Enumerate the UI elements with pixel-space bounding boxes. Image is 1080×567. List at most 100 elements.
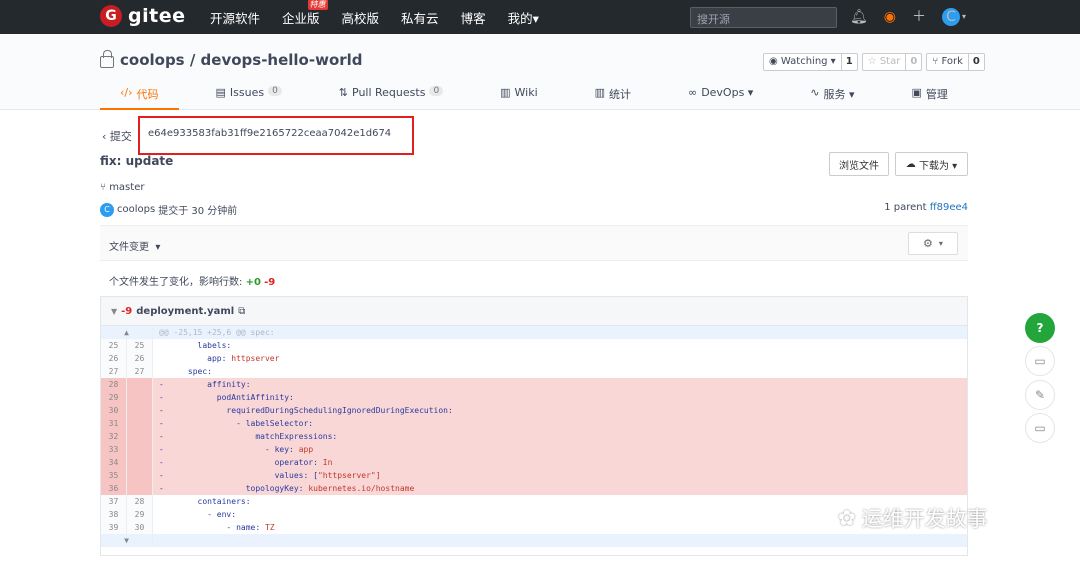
code-text: - operator: <box>159 458 323 467</box>
diff-line-deleted: 35 - values: ["httpserver"] <box>101 469 967 482</box>
old-line-number: 35 <box>101 469 127 482</box>
download-label: 下载为 ▾ <box>918 160 958 172</box>
back-to-commits-link[interactable]: ‹ 提交 <box>102 128 132 144</box>
code-text: - topologyKey: <box>159 484 309 493</box>
branch-label[interactable]: ⑂ master <box>100 182 144 193</box>
line-code: - affinity: <box>153 378 967 391</box>
user-menu[interactable]: C ▾ <box>942 8 966 26</box>
old-line-number: 27 <box>101 365 127 378</box>
watch-count: 1 <box>845 56 853 67</box>
nav-enterprise-label: 企业版 <box>282 10 320 26</box>
file-name[interactable]: deployment.yaml <box>136 306 234 317</box>
bell-icon[interactable]: 🔔︎ <box>850 8 868 26</box>
new-line-number <box>127 417 153 430</box>
old-line-number: 31 <box>101 417 127 430</box>
highlight-box <box>138 116 414 155</box>
new-line-number <box>127 404 153 417</box>
diff-line-deleted: 30 - requiredDuringSchedulingIgnoredDurin… <box>101 404 967 417</box>
fork-button[interactable]: ⑂ Fork 0 <box>926 53 985 71</box>
diff-settings-button[interactable]: ⚙ ▾ <box>908 232 958 255</box>
repo-title-link[interactable]: coolops / devops-hello-world <box>120 51 363 69</box>
expand-up-icon[interactable]: ▲ <box>101 326 153 339</box>
author-name[interactable]: coolops <box>117 204 155 215</box>
line-code: - podAntiAffinity: <box>153 391 967 404</box>
change-summary: 个文件发生了变化，影响行数: +0 -9 <box>109 273 275 288</box>
tab-wiki-label: Wiki <box>514 86 538 99</box>
code-text: - affinity: <box>159 380 251 389</box>
code-text: - env: <box>159 510 237 519</box>
plus-icon[interactable]: ＋ <box>912 8 926 26</box>
file-changes-toggle[interactable]: 文件变更 ▾ <box>109 238 160 253</box>
tab-pr-label: Pull Requests <box>352 86 426 99</box>
expand-down-icon[interactable]: ▼ <box>101 534 153 547</box>
commit-title: fix: update <box>100 154 174 168</box>
old-line-number: 38 <box>101 508 127 521</box>
promo-badge: 特惠 <box>307 0 328 10</box>
copy-icon[interactable]: ⧉ <box>238 306 245 317</box>
watch-button[interactable]: ◉ Watching ▾ 1 <box>763 53 858 71</box>
stats-icon: ▥ <box>594 86 606 99</box>
watermark-text: 运维开发故事 <box>861 507 988 531</box>
tab-issues-label: Issues <box>229 86 265 99</box>
nav-private-cloud[interactable]: 私有云 <box>401 8 439 27</box>
new-line-number <box>127 456 153 469</box>
star-button[interactable]: ☆ Star 0 <box>861 53 923 71</box>
new-line-number: 25 <box>127 339 153 352</box>
pr-count: 0 <box>429 86 444 96</box>
line-code: - - key: app <box>153 443 967 456</box>
edit-icon[interactable]: ✎ <box>1025 380 1055 410</box>
wechat-icon: ✿ <box>838 506 856 530</box>
hunk-footer-space <box>153 534 967 547</box>
browse-files-button[interactable]: 浏览文件 <box>829 152 889 176</box>
tab-pull-requests[interactable]: ⇅ Pull Requests 0 <box>319 86 463 110</box>
nav-mine[interactable]: 我的▾ <box>508 8 539 27</box>
search-input[interactable]: 搜开源 <box>690 7 837 28</box>
nav-university[interactable]: 高校版 <box>342 8 380 27</box>
code-text: - name: <box>159 523 265 532</box>
code-text: containers: <box>159 497 251 506</box>
old-line-number: 26 <box>101 352 127 365</box>
star-label: ☆ Star <box>863 54 907 70</box>
gitee-logo[interactable]: G gitee <box>100 5 185 27</box>
additions-count: +0 <box>245 277 261 288</box>
caret-down-icon: ▾ <box>155 242 161 253</box>
diff-line-deleted: 33 - - key: app <box>101 443 967 456</box>
code-text: - requiredDuringSchedulingIgnoredDuringE… <box>159 406 453 415</box>
collapse-icon[interactable]: ▼ <box>111 307 117 316</box>
line-code: - values: ["httpserver"] <box>153 469 967 482</box>
commit-time: 提交于 30 分钟前 <box>158 206 238 217</box>
download-button[interactable]: ☁ 下载为 ▾ <box>895 152 968 176</box>
nav-blog[interactable]: 博客 <box>461 8 486 27</box>
tab-services[interactable]: ∿ 服务 ▾ <box>790 86 874 110</box>
tab-manage-label: 管理 <box>925 88 948 101</box>
tab-devops[interactable]: ∞ DevOps ▾ <box>668 86 773 110</box>
gear-icon: ⚙ <box>923 237 933 250</box>
feedback-icon[interactable]: ▭ <box>1025 346 1055 376</box>
new-line-number <box>127 378 153 391</box>
diff-line-deleted: 36 - topologyKey: kubernetes.io/hostname <box>101 482 967 495</box>
code-text: - matchExpressions: <box>159 432 338 441</box>
new-line-number <box>127 469 153 482</box>
wiki-icon: ▥ <box>500 86 511 99</box>
gitee-logo-icon: G <box>100 5 122 27</box>
old-line-number: 30 <box>101 404 127 417</box>
deletions-count: -9 <box>264 277 276 288</box>
chevron-left-icon: ‹ <box>102 130 107 143</box>
fork-label-text: Fork <box>941 56 963 67</box>
code-text: spec: <box>159 367 212 376</box>
chat-icon[interactable]: ▭ <box>1025 413 1055 443</box>
watch-label-text: Watching ▾ <box>780 56 836 67</box>
nav-open-source[interactable]: 开源软件 <box>210 8 260 27</box>
nav-enterprise[interactable]: 企业版 特惠 <box>282 0 328 27</box>
new-line-number <box>127 391 153 404</box>
tab-devops-label: DevOps ▾ <box>701 86 754 99</box>
tab-wiki[interactable]: ▥ Wiki <box>480 86 558 110</box>
tab-code[interactable]: ‹/› 代码 <box>100 86 179 110</box>
tab-stats[interactable]: ▥ 统计 <box>575 86 651 110</box>
help-button[interactable]: ? <box>1025 313 1055 343</box>
diff-file-header: ▼ -9 deployment.yaml ⧉ <box>101 297 967 326</box>
tab-manage[interactable]: ▣ 管理 <box>892 86 968 110</box>
parent-hash-link[interactable]: ff89ee4 <box>930 202 968 213</box>
tab-issues[interactable]: ▤ Issues 0 <box>195 86 301 110</box>
bulb-icon[interactable]: ◉ <box>884 8 896 26</box>
